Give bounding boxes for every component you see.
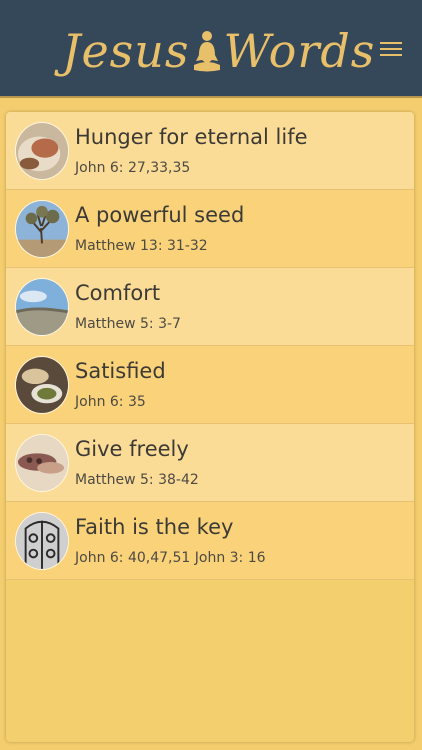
meditating-figure-icon (193, 31, 220, 72)
item-reference: John 6: 35 (75, 394, 146, 410)
app-header: Jesus Words (0, 0, 422, 98)
item-title: Satisfied (75, 359, 166, 383)
verse-list: Hunger for eternal life John 6: 27,33,35… (6, 112, 414, 580)
item-reference: Matthew 5: 38-42 (75, 472, 199, 488)
item-title: Hunger for eternal life (75, 125, 308, 149)
gate-image (15, 512, 69, 570)
verse-list-panel: Hunger for eternal life John 6: 27,33,35… (6, 112, 414, 742)
app-logo: Jesus Words (62, 14, 374, 84)
tree-image (15, 200, 69, 258)
item-title: A powerful seed (75, 203, 245, 227)
item-title: Give freely (75, 437, 189, 461)
item-reference: John 6: 27,33,35 (75, 160, 191, 176)
meal-image (15, 356, 69, 414)
logo-word-jesus: Jesus (62, 24, 190, 78)
landscape-image (15, 278, 69, 336)
hamburger-menu-icon[interactable] (380, 42, 402, 58)
list-item[interactable]: Faith is the key John 6: 40,47,51 John 3… (6, 502, 414, 580)
item-title: Comfort (75, 281, 161, 305)
logo-word-words: Words (223, 24, 376, 78)
list-item[interactable]: Comfort Matthew 5: 3-7 (6, 268, 414, 346)
list-item[interactable]: Hunger for eternal life John 6: 27,33,35 (6, 112, 414, 190)
item-reference: John 6: 40,47,51 John 3: 16 (75, 550, 266, 566)
item-title: Faith is the key (75, 515, 234, 539)
item-reference: Matthew 13: 31-32 (75, 238, 208, 254)
item-reference: Matthew 5: 3-7 (75, 316, 181, 332)
list-item[interactable]: Satisfied John 6: 35 (6, 346, 414, 424)
hands-image (15, 434, 69, 492)
list-item[interactable]: Give freely Matthew 5: 38-42 (6, 424, 414, 502)
list-item[interactable]: A powerful seed Matthew 13: 31-32 (6, 190, 414, 268)
bread-image (15, 122, 69, 180)
